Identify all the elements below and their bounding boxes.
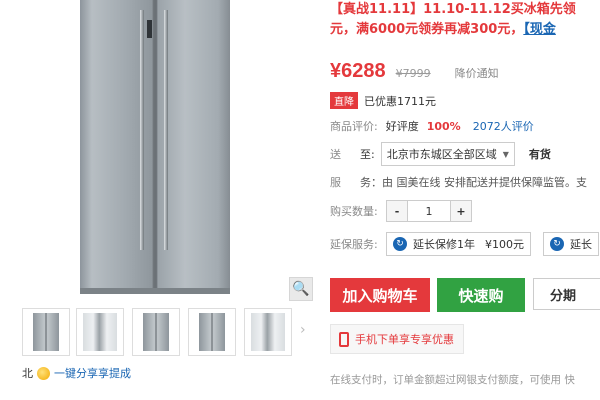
warranty-icon: ↻ bbox=[393, 237, 407, 251]
location-select[interactable]: 北京市东城区全部区域 ▼ bbox=[380, 142, 515, 166]
rating-label: 商品评价: bbox=[330, 120, 378, 133]
quantity-plus-button[interactable]: + bbox=[451, 201, 471, 221]
delivery-to: 至: bbox=[360, 148, 375, 161]
promo-link[interactable]: 【现金 bbox=[523, 22, 556, 37]
mobile-order-text: 手机下单享专享优惠 bbox=[355, 333, 454, 346]
payment-note: 在线支付时，订单金额超过网银支付额度，可使用 快 bbox=[330, 374, 575, 386]
warranty-label: 延保服务: bbox=[330, 238, 378, 251]
thumbnail-5[interactable] bbox=[244, 308, 292, 356]
stock-status: 有货 bbox=[528, 148, 551, 161]
current-price: ¥6288 bbox=[330, 60, 386, 82]
fridge-control-panel bbox=[147, 20, 152, 38]
coin-icon bbox=[37, 366, 50, 380]
promo-line-2-text: 元，满6000元领券再减300元， bbox=[330, 22, 524, 37]
warranty-row: 延保服务: ↻ 延长保修1年 ¥100元 ↻ 延长 bbox=[330, 232, 599, 256]
direct-discount-badge: 直降 bbox=[330, 92, 358, 109]
review-count-link[interactable]: 2072人评价 bbox=[473, 118, 534, 134]
promo-line-2: 元，满6000元领券再减300元，【现金 bbox=[330, 20, 600, 40]
location-value: 北京市东城区全部区域 bbox=[386, 148, 497, 161]
service-text: 务：由 国美在线 安排配送并提供保障监管。支 bbox=[360, 176, 587, 189]
delivery-label: 送 bbox=[330, 148, 341, 161]
installment-button[interactable]: 分期 bbox=[533, 278, 600, 310]
delivery-row: 送 至: 北京市东城区全部区域 ▼ 有货 bbox=[330, 142, 551, 166]
thumbnail-2[interactable] bbox=[76, 308, 124, 356]
thumbnail-1[interactable] bbox=[22, 308, 70, 356]
warranty-option-2[interactable]: ↻ 延长 bbox=[543, 232, 599, 256]
quantity-label: 购买数量: bbox=[330, 205, 378, 218]
chevron-right-icon[interactable]: › bbox=[300, 322, 306, 338]
magnifier-icon[interactable]: 🔍 bbox=[289, 277, 313, 301]
share-prefix: 北 bbox=[22, 367, 33, 380]
warranty-icon: ↻ bbox=[550, 237, 564, 251]
product-main-image bbox=[0, 0, 316, 300]
rating-row: 商品评价: 好评度 100% 2072人评价 bbox=[330, 118, 534, 134]
refrigerator-image bbox=[80, 0, 230, 294]
promo-line-1: 【真战11.11】11.10-11.12买冰箱先领 bbox=[330, 2, 576, 17]
share-link[interactable]: 一键分享享提成 bbox=[54, 365, 131, 381]
warranty-option-1[interactable]: ↻ 延长保修1年 ¥100元 bbox=[386, 232, 531, 256]
warranty-option-1-price: ¥100元 bbox=[485, 238, 524, 251]
quick-buy-button[interactable]: 快速购 bbox=[437, 278, 525, 312]
discount-text: 已优惠1711元 bbox=[364, 94, 436, 108]
fridge-handle-left bbox=[140, 10, 144, 250]
price-row: ¥6288 ¥7999 降价通知 bbox=[330, 60, 499, 83]
triangle-down-icon: ▼ bbox=[502, 149, 509, 159]
quantity-minus-button[interactable]: - bbox=[387, 201, 407, 221]
service-row: 服 务：由 国美在线 安排配送并提供保障监管。支 bbox=[330, 174, 587, 190]
quantity-stepper: - 1 + bbox=[386, 200, 472, 222]
thumbnail-4[interactable] bbox=[188, 308, 236, 356]
share-bar: 北 一键分享享提成 bbox=[22, 365, 131, 381]
add-to-cart-button[interactable]: 加入购物车 bbox=[330, 278, 430, 312]
quantity-input[interactable]: 1 bbox=[407, 201, 451, 221]
service-label: 服 bbox=[330, 176, 341, 189]
good-rate-value: 100% bbox=[426, 119, 461, 133]
fridge-base bbox=[80, 288, 230, 294]
quantity-row: 购买数量: - 1 + bbox=[330, 200, 472, 222]
good-rate-label: 好评度 bbox=[385, 120, 419, 133]
warranty-option-2-text: 延长 bbox=[570, 238, 592, 251]
price-drop-notify-link[interactable]: 降价通知 bbox=[455, 65, 499, 81]
phone-icon bbox=[339, 331, 349, 347]
discount-row: 直降 已优惠1711元 bbox=[330, 92, 436, 109]
promo-banner: 【真战11.11】11.10-11.12买冰箱先领 元，满6000元领券再减30… bbox=[330, 0, 600, 40]
thumbnail-3[interactable] bbox=[132, 308, 180, 356]
original-price: ¥7999 bbox=[395, 67, 431, 80]
fridge-handle-right bbox=[164, 10, 168, 250]
mobile-order-banner[interactable]: 手机下单享专享优惠 bbox=[330, 324, 464, 354]
warranty-option-1-text: 延长保修1年 bbox=[413, 238, 475, 251]
